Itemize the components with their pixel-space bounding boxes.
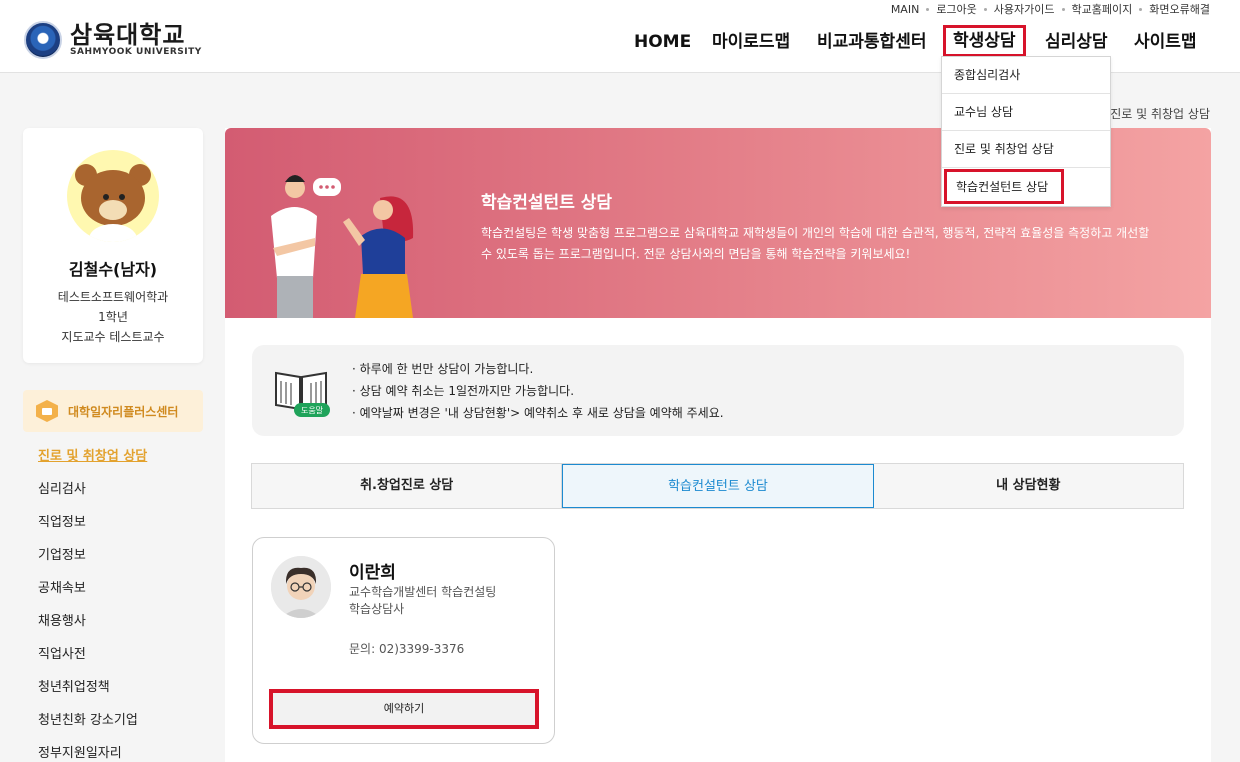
sidebar-item-job-dictionary[interactable]: 직업사전 [38,645,147,678]
nav-my-roadmap[interactable]: 마이로드맵 [712,26,790,58]
profile-card: 김철수(남자) 테스트소프트웨어학과 1학년 지도교수 테스트교수 [23,128,203,363]
separator-dot [1061,7,1065,11]
hero-title: 학습컨설턴트 상담 [481,193,613,213]
dropdown-item-learning-consultant[interactable]: 학습컨설턴트 상담 [944,169,1064,204]
nav-student-counseling[interactable]: 학생상담 [943,25,1026,57]
help-badge: 도움말 [301,406,324,415]
sidebar-item-job-info[interactable]: 직업정보 [38,513,147,546]
counseling-tabs: 취.창업진로 상담 학습컨설턴트 상담 내 상담현황 [251,463,1184,509]
tab-career-counseling[interactable]: 취.창업진로 상담 [252,464,563,508]
sidebar-item-recruit-news[interactable]: 공채속보 [38,579,147,612]
profile-department: 테스트소프트웨어학과 [57,290,169,304]
util-link-logout[interactable]: 로그아웃 [936,1,976,17]
avatar [67,150,159,242]
profile-advisor: 지도교수 테스트교수 [61,330,165,344]
student-counseling-dropdown: 종합심리검사 교수님 상담 진로 및 취창업 상담 학습컨설턴트 상담 [941,56,1111,207]
counselor-department: 교수학습개발센터 학습컨설팅 학습상담사 [349,584,496,618]
sidebar-item-recruit-events[interactable]: 채용행사 [38,612,147,645]
notice-line: · 상담 예약 취소는 1일전까지만 가능합니다. [352,384,575,398]
breadcrumb: > 진로 및 취창업 상담 [1096,107,1210,121]
separator-dot [926,7,930,11]
bear-muzzle-icon [99,200,127,220]
sidebar-item-youth-friendly-companies[interactable]: 청년친화 강소기업 [38,711,147,744]
profile-grade: 1학년 [98,310,128,324]
dropdown-item-professor-counseling[interactable]: 교수님 상담 [942,94,1110,131]
counseling-illustration-icon [271,175,414,318]
counselor-portrait-icon [271,556,331,618]
bear-eye-icon [103,194,109,200]
notice-line: · 예약날짜 변경은 '내 상담현황'> 예약취소 후 새로 상담을 예약해 주… [352,406,724,420]
open-book-icon: 도움말 [275,371,330,417]
tab-my-counseling-status[interactable]: 내 상담현황 [874,464,1183,508]
nav-extracurricular-center[interactable]: 비교과통합센터 [817,26,926,58]
tab-learning-consultant[interactable]: 학습컨설턴트 상담 [562,464,874,508]
counselor-avatar [271,556,331,618]
sidebar-item-psych-test[interactable]: 심리검사 [38,480,147,513]
main-content: 학습컨설턴트 상담 학습컨설팅은 학생 맞춤형 프로그램으로 삼육대학교 재학생… [225,128,1211,762]
bear-body-icon [89,224,137,242]
nav-home[interactable]: HOME [634,26,691,58]
separator-dot [983,7,987,11]
sidebar-item-company-info[interactable]: 기업정보 [38,546,147,579]
nav-psych-counseling[interactable]: 심리상담 [1045,26,1108,58]
reserve-button[interactable]: 예약하기 [269,689,539,729]
briefcase-icon [36,400,58,422]
counselor-card: 이란희 교수학습개발센터 학습컨설팅 학습상담사 문의: 02)3399-337… [252,537,555,744]
sidebar-menu: 진로 및 취창업 상담 심리검사 직업정보 기업정보 공채속보 채용행사 직업사… [38,447,147,762]
util-link-error-help[interactable]: 화면오류해결 [1149,1,1210,17]
center-label: 대학일자리플러스센터 [68,404,179,419]
utility-links: MAIN 로그아웃 사용자가이드 학교홈페이지 화면오류해결 [891,1,1210,17]
nav-sitemap[interactable]: 사이트맵 [1134,26,1197,58]
bear-eye-icon [119,194,125,200]
dropdown-item-comprehensive-test[interactable]: 종합심리검사 [942,57,1110,94]
sidebar-item-gov-jobs[interactable]: 정부지원일자리 [38,744,147,762]
dropdown-item-career-counseling[interactable]: 진로 및 취창업 상담 [942,131,1110,168]
counselor-dept-line1: 교수학습개발센터 학습컨설팅 [349,585,497,599]
counselor-dept-line2: 학습상담사 [349,602,405,616]
sidebar-item-career-counseling[interactable]: 진로 및 취창업 상담 [38,447,147,480]
notice-box: 도움말 · 하루에 한 번만 상담이 가능합니다. · 상담 예약 취소는 1일… [252,345,1184,436]
counselor-name: 이란희 [349,563,396,583]
hero-description: 학습컨설팅은 학생 맞춤형 프로그램으로 삼육대학교 재학생들이 개인의 학습에… [481,226,1150,261]
notice-line: · 하루에 한 번만 상담이 가능합니다. [352,362,534,376]
util-link-guide[interactable]: 사용자가이드 [994,1,1055,17]
counselor-phone: 문의: 02)3399-3376 [349,642,465,656]
main-navigation: HOME 마이로드맵 비교과통합센터 학생상담 심리상담 사이트맵 [0,25,1240,60]
sidebar-item-youth-policy[interactable]: 청년취업정책 [38,678,147,711]
separator-dot [1139,7,1143,11]
profile-name: 김철수(남자) [68,260,158,279]
util-link-homepage[interactable]: 학교홈페이지 [1072,1,1133,17]
notice-lines: · 하루에 한 번만 상담이 가능합니다. · 상담 예약 취소는 1일전까지만… [352,358,724,424]
job-plus-center-box[interactable]: 대학일자리플러스센터 [23,390,203,432]
util-link-main[interactable]: MAIN [891,3,920,16]
